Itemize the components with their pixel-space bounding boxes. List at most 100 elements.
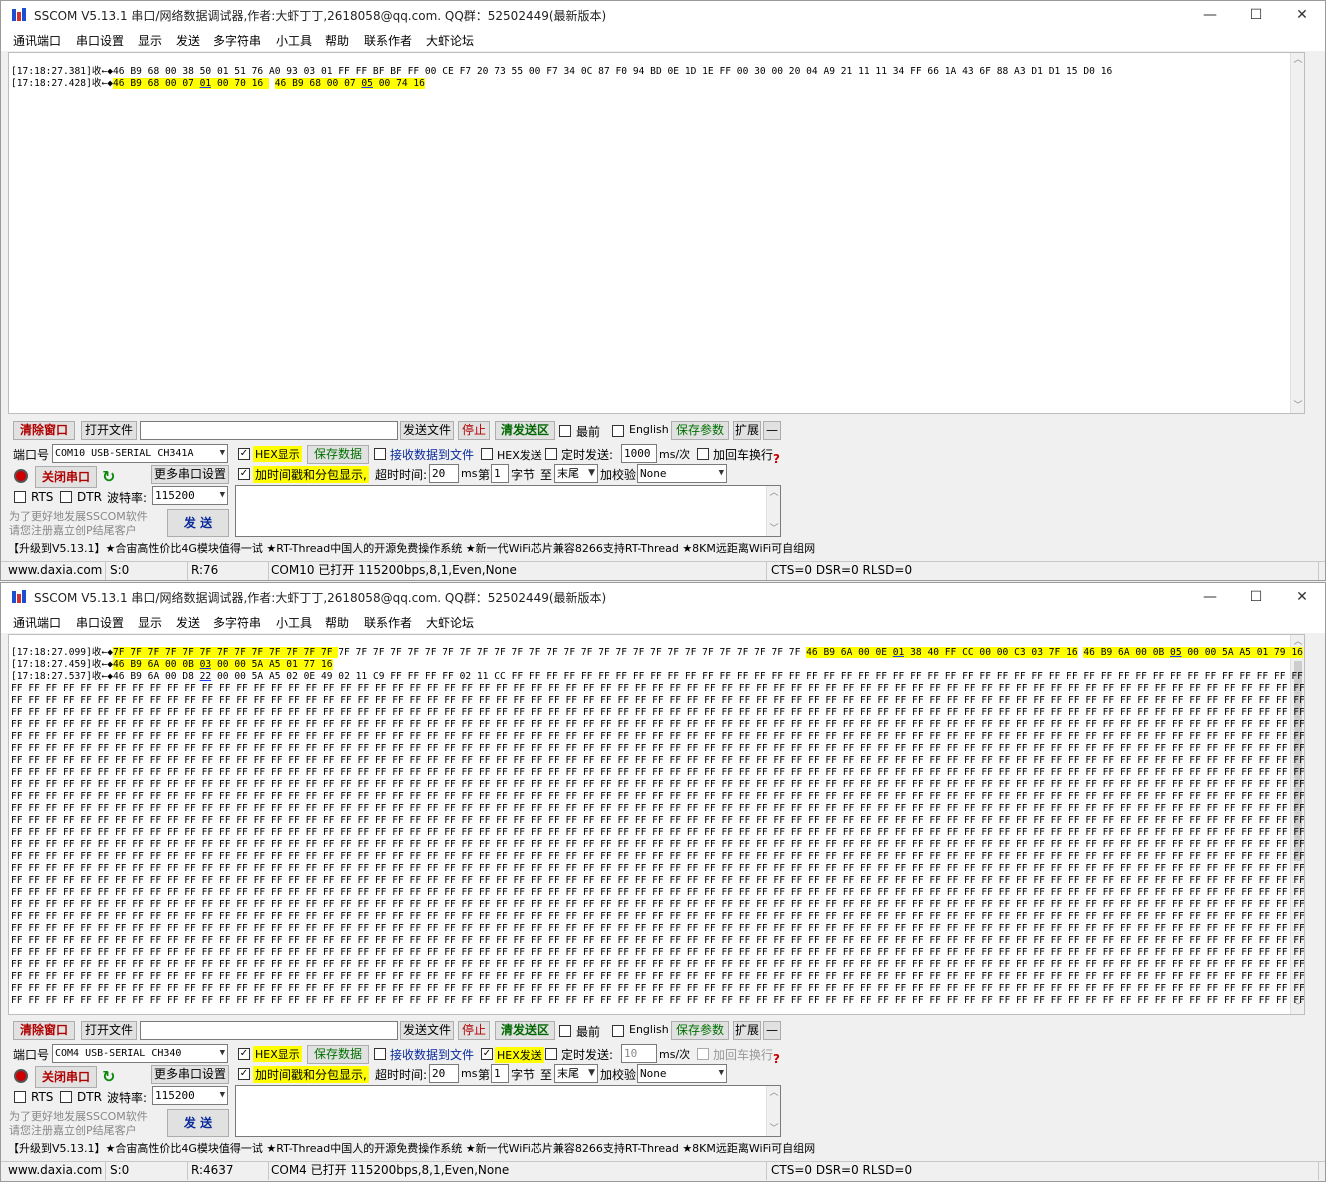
tail-select[interactable]: 末尾 ▼	[554, 1064, 598, 1083]
hex-send-checkbox[interactable]: ✓	[481, 1048, 493, 1060]
timed-interval-input[interactable]: 1000	[621, 444, 657, 463]
dtr-checkbox[interactable]	[60, 491, 72, 503]
vertical-scrollbar[interactable]: ︿ ﹀	[1290, 53, 1304, 413]
clear-send-button[interactable]: 清发送区	[495, 421, 555, 440]
menu-forum[interactable]: 大虾论坛	[426, 32, 474, 49]
more-settings-button[interactable]: 更多串口设置	[151, 1065, 229, 1084]
menu-multi-string[interactable]: 多字符串	[213, 32, 261, 49]
open-file-button[interactable]: 打开文件	[81, 1021, 137, 1040]
port-select[interactable]: COM10 USB-SERIAL CH341A ▼	[52, 444, 228, 463]
status-url[interactable]: www.daxia.com	[6, 1162, 106, 1180]
port-select[interactable]: COM4 USB-SERIAL CH340 ▼	[52, 1044, 228, 1063]
hex-display-checkbox[interactable]: ✓	[238, 448, 250, 460]
checksum-select[interactable]: None ▼	[637, 464, 727, 483]
save-data-button[interactable]: 保存数据	[307, 445, 369, 464]
tail-select[interactable]: 末尾 ▼	[554, 464, 598, 483]
collapse-button[interactable]: —	[763, 1021, 781, 1040]
nth-input[interactable]: 1	[491, 464, 509, 483]
close-button[interactable]: ✕	[1279, 583, 1325, 611]
add-crlf-checkbox[interactable]	[697, 1048, 709, 1060]
scroll-up-icon[interactable]: ︿	[767, 1086, 781, 1100]
menu-serial-settings[interactable]: 串口设置	[76, 614, 124, 631]
timed-send-checkbox[interactable]	[545, 1048, 557, 1060]
refresh-icon[interactable]: ↻	[102, 467, 115, 486]
file-path-input[interactable]	[140, 421, 398, 440]
save-params-button[interactable]: 保存参数	[671, 421, 729, 440]
minimize-button[interactable]: —	[1187, 583, 1233, 611]
topmost-checkbox[interactable]	[559, 1025, 571, 1037]
stop-button[interactable]: 停止	[458, 421, 490, 440]
timeout-input[interactable]: 20	[429, 1064, 459, 1083]
checksum-select[interactable]: None ▼	[637, 1064, 727, 1083]
menu-tools[interactable]: 小工具	[276, 614, 312, 631]
expand-button[interactable]: 扩展	[733, 421, 761, 440]
rts-checkbox[interactable]	[14, 1091, 26, 1103]
status-url[interactable]: www.daxia.com	[6, 562, 106, 580]
send-button[interactable]: 发 送	[167, 1109, 229, 1137]
send-file-button[interactable]: 发送文件	[400, 1021, 454, 1040]
minimize-button[interactable]: —	[1187, 1, 1233, 29]
stop-button[interactable]: 停止	[458, 1021, 490, 1040]
dtr-checkbox[interactable]	[60, 1091, 72, 1103]
timestamp-checkbox[interactable]: ✓	[238, 1068, 250, 1080]
scroll-down-icon[interactable]: ﹀	[767, 522, 781, 536]
help-icon[interactable]: ?	[773, 1052, 780, 1066]
menu-comm-port[interactable]: 通讯端口	[13, 32, 61, 49]
menu-multi-string[interactable]: 多字符串	[213, 614, 261, 631]
recv-to-file-checkbox[interactable]	[374, 1048, 386, 1060]
send-text-area[interactable]: ︿ ﹀	[235, 1085, 781, 1137]
close-port-button[interactable]: 关闭串口	[35, 466, 97, 488]
send-button[interactable]: 发 送	[167, 509, 229, 537]
send-file-button[interactable]: 发送文件	[400, 421, 454, 440]
menu-display[interactable]: 显示	[138, 32, 162, 49]
baud-select[interactable]: 115200 ▼	[152, 486, 228, 505]
scroll-down-icon[interactable]: ﹀	[1291, 399, 1304, 413]
save-data-button[interactable]: 保存数据	[307, 1045, 369, 1064]
expand-button[interactable]: 扩展	[733, 1021, 761, 1040]
save-params-button[interactable]: 保存参数	[671, 1021, 729, 1040]
refresh-icon[interactable]: ↻	[102, 1067, 115, 1086]
close-button[interactable]: ✕	[1279, 1, 1325, 29]
timed-interval-input[interactable]: 10	[621, 1044, 657, 1063]
notice-bar[interactable]: 【升级到V5.13.1】★合宙高性价比4G模块值得一试 ★RT-Thread中国…	[8, 540, 1305, 557]
maximize-button[interactable]: ☐	[1233, 1, 1279, 29]
notice-bar[interactable]: 【升级到V5.13.1】★合宙高性价比4G模块值得一试 ★RT-Thread中国…	[8, 1140, 1305, 1157]
help-icon[interactable]: ?	[773, 452, 780, 466]
menu-help[interactable]: 帮助	[325, 32, 349, 49]
menu-contact[interactable]: 联系作者	[364, 614, 412, 631]
send-scrollbar[interactable]: ︿ ﹀	[766, 486, 780, 536]
nth-input[interactable]: 1	[491, 1064, 509, 1083]
menu-help[interactable]: 帮助	[325, 614, 349, 631]
clear-send-button[interactable]: 清发送区	[495, 1021, 555, 1040]
receive-area[interactable]: ︿ ﹀ [17:18:27.099]收←◆7F 7F 7F 7F 7F 7F 7…	[8, 634, 1305, 1015]
timestamp-checkbox[interactable]: ✓	[238, 468, 250, 480]
menu-forum[interactable]: 大虾论坛	[426, 614, 474, 631]
menu-tools[interactable]: 小工具	[276, 32, 312, 49]
menu-send[interactable]: 发送	[176, 614, 200, 631]
rts-checkbox[interactable]	[14, 491, 26, 503]
collapse-button[interactable]: —	[763, 421, 781, 440]
clear-window-button[interactable]: 清除窗口	[13, 421, 75, 440]
file-path-input[interactable]	[140, 1021, 398, 1040]
recv-to-file-checkbox[interactable]	[374, 448, 386, 460]
baud-select[interactable]: 115200 ▼	[152, 1086, 228, 1105]
scroll-down-icon[interactable]: ﹀	[767, 1122, 781, 1136]
close-port-button[interactable]: 关闭串口	[35, 1066, 97, 1088]
hex-send-checkbox[interactable]	[481, 448, 493, 460]
menu-serial-settings[interactable]: 串口设置	[76, 32, 124, 49]
timeout-input[interactable]: 20	[429, 464, 459, 483]
timed-send-checkbox[interactable]	[545, 448, 557, 460]
open-file-button[interactable]: 打开文件	[81, 421, 137, 440]
hex-display-checkbox[interactable]: ✓	[238, 1048, 250, 1060]
maximize-button[interactable]: ☐	[1233, 583, 1279, 611]
send-text-area[interactable]: ︿ ﹀	[235, 485, 781, 537]
receive-area[interactable]: ︿ ﹀ [17:18:27.381]收←◆46 B9 68 00 38 50 0…	[8, 52, 1305, 414]
clear-window-button[interactable]: 清除窗口	[13, 1021, 75, 1040]
menu-send[interactable]: 发送	[176, 32, 200, 49]
menu-contact[interactable]: 联系作者	[364, 32, 412, 49]
english-checkbox[interactable]	[612, 1025, 624, 1037]
more-settings-button[interactable]: 更多串口设置	[151, 465, 229, 484]
topmost-checkbox[interactable]	[559, 425, 571, 437]
menu-comm-port[interactable]: 通讯端口	[13, 614, 61, 631]
add-crlf-checkbox[interactable]	[697, 448, 709, 460]
